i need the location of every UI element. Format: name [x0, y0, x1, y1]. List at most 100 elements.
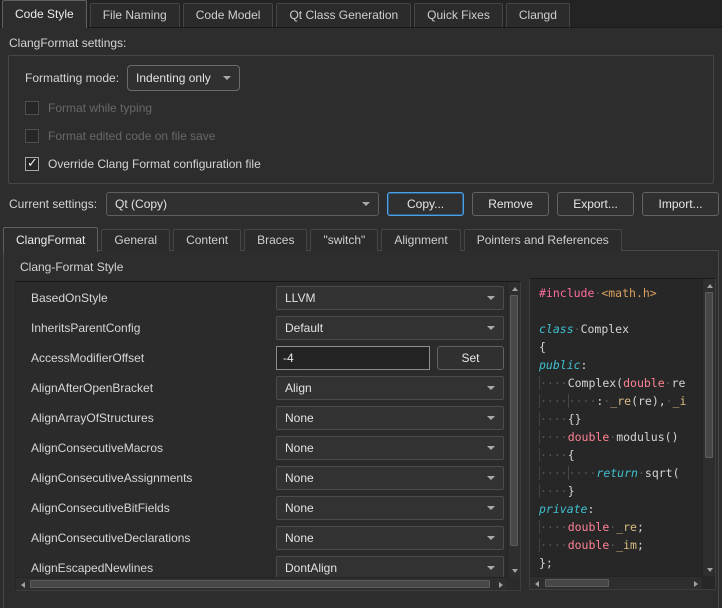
style-row-AlignConsecutiveAssignments: AlignConsecutiveAssignments None	[16, 463, 507, 493]
code-line: {	[539, 338, 701, 356]
style-option-name: AlignConsecutiveBitFields	[31, 501, 170, 515]
code-line: class·Complex	[539, 320, 701, 338]
style-option-name: InheritsParentConfig	[31, 321, 140, 335]
button-label: Export...	[573, 197, 618, 211]
tab-qt-class-generation[interactable]: Qt Class Generation	[276, 3, 411, 27]
combo-value: DontAlign	[285, 561, 337, 575]
dropdown-arrow-icon	[223, 76, 231, 80]
checkbox-format-while-typing[interactable]: ✓ Format while typing	[25, 98, 713, 118]
scroll-right-icon[interactable]	[689, 577, 702, 590]
import-button[interactable]: Import...	[642, 192, 719, 216]
button-label: Set	[461, 351, 479, 365]
style-option-name: AlignArrayOfStructures	[31, 411, 154, 425]
input-AccessModifierOffset[interactable]	[276, 346, 430, 370]
style-option-name: AccessModifierOffset	[31, 351, 144, 365]
current-settings-combo[interactable]: Qt (Copy)	[106, 192, 379, 216]
scroll-up-icon[interactable]	[508, 282, 521, 295]
tab-clangd[interactable]: Clangd	[506, 3, 570, 27]
current-settings-row: Current settings: Qt (Copy) Copy... Remov…	[9, 192, 721, 216]
tab-code-model[interactable]: Code Model	[183, 3, 274, 27]
style-table-vertical-scrollbar[interactable]	[507, 282, 520, 577]
scroll-right-icon[interactable]	[494, 578, 507, 591]
formatting-mode-combo[interactable]: Indenting only	[127, 65, 240, 91]
combo-AlignAfterOpenBracket[interactable]: Align	[276, 376, 504, 400]
combo-AlignConsecutiveDeclarations[interactable]: None	[276, 526, 504, 550]
checkbox-box: ✓	[25, 129, 39, 143]
combo-AlignArrayOfStructures[interactable]: None	[276, 406, 504, 430]
style-option-name: AlignConsecutiveAssignments	[31, 471, 192, 485]
combo-AlignConsecutiveBitFields[interactable]: None	[276, 496, 504, 520]
code-preview-horizontal-scrollbar[interactable]	[530, 576, 702, 589]
style-tab-switch[interactable]: "switch"	[310, 229, 378, 251]
tab-label: Pointers and References	[477, 233, 609, 247]
code-style-settings-page: { "top_tabs": { "items": [ { "label": "C…	[0, 0, 722, 608]
button-label: Import...	[659, 197, 703, 211]
tab-label: Quick Fixes	[427, 8, 490, 22]
combo-InheritsParentConfig[interactable]: Default	[276, 316, 504, 340]
checkbox-box: ✓	[25, 157, 39, 171]
scrollbar-thumb[interactable]	[545, 579, 609, 587]
style-row-AlignConsecutiveMacros: AlignConsecutiveMacros None	[16, 433, 507, 463]
checkbox-override-clang-format-configuration-file[interactable]: ✓ Override Clang Format configuration fi…	[25, 154, 713, 174]
tab-file-naming[interactable]: File Naming	[90, 3, 180, 27]
style-tab-pointers-and-references[interactable]: Pointers and References	[464, 229, 622, 251]
scrollbar-thumb[interactable]	[510, 295, 518, 546]
code-preview-vertical-scrollbar[interactable]	[702, 279, 715, 576]
code-line: public:	[539, 356, 701, 374]
formatting-mode-label: Formatting mode:	[25, 71, 119, 85]
current-settings-label: Current settings:	[9, 197, 97, 211]
copy-button[interactable]: Copy...	[387, 192, 464, 216]
tab-label: Alignment	[394, 233, 447, 247]
style-rows-viewport: BasedOnStyle LLVM InheritsParentConfig D…	[16, 283, 507, 577]
style-row-AlignAfterOpenBracket: AlignAfterOpenBracket Align	[16, 373, 507, 403]
combo-AlignConsecutiveAssignments[interactable]: None	[276, 466, 504, 490]
combo-BasedOnStyle[interactable]: LLVM	[276, 286, 504, 310]
style-table-horizontal-scrollbar[interactable]	[16, 577, 507, 590]
checkbox-box: ✓	[25, 101, 39, 115]
scroll-up-icon[interactable]	[703, 279, 716, 292]
combo-value: LLVM	[285, 291, 315, 305]
scrollbar-thumb[interactable]	[30, 580, 490, 588]
style-row-AlignArrayOfStructures: AlignArrayOfStructures None	[16, 403, 507, 433]
checkbox-list: ✓ Format while typing ✓ Format edited co…	[25, 98, 713, 174]
scroll-left-icon[interactable]	[16, 578, 29, 591]
tab-quick-fixes[interactable]: Quick Fixes	[414, 3, 503, 27]
button-label: Remove	[488, 197, 533, 211]
combo-value: None	[285, 531, 314, 545]
set-button[interactable]: Set	[437, 346, 504, 370]
style-row-AlignConsecutiveDeclarations: AlignConsecutiveDeclarations None	[16, 523, 507, 553]
combo-AlignConsecutiveMacros[interactable]: None	[276, 436, 504, 460]
style-option-name: BasedOnStyle	[31, 291, 108, 305]
code-line: ····double·_re;	[539, 518, 701, 536]
scroll-down-icon[interactable]	[508, 564, 521, 577]
remove-button[interactable]: Remove	[472, 192, 549, 216]
scroll-left-icon[interactable]	[530, 577, 543, 590]
style-tab-clangformat[interactable]: ClangFormat	[3, 227, 98, 252]
scrollbar-thumb[interactable]	[705, 292, 713, 458]
dropdown-arrow-icon	[487, 326, 495, 330]
checkbox-label: Override Clang Format configuration file	[48, 157, 261, 171]
style-tab-alignment[interactable]: Alignment	[381, 229, 460, 251]
style-tab-braces[interactable]: Braces	[244, 229, 307, 251]
scroll-down-icon[interactable]	[703, 563, 716, 576]
export-button[interactable]: Export...	[557, 192, 634, 216]
dropdown-arrow-icon	[362, 202, 370, 206]
style-row-InheritsParentConfig: InheritsParentConfig Default	[16, 313, 507, 343]
button-label: Copy...	[407, 197, 444, 211]
style-tab-bar: ClangFormat General Content Braces"switch" A…	[3, 226, 625, 251]
style-tab-general[interactable]: General	[101, 229, 170, 251]
tab-label: Clangd	[519, 8, 557, 22]
tab-label: General	[114, 233, 157, 247]
code-preview[interactable]: #include·<math.h>class·Complex{public:··…	[529, 278, 716, 590]
tab-label: Code Model	[196, 8, 261, 22]
combo-AlignEscapedNewlines[interactable]: DontAlign	[276, 556, 504, 577]
code-line: ····double·modulus()	[539, 428, 701, 446]
tab-code-style[interactable]: Code Style	[2, 0, 87, 28]
checkbox-format-edited-code-on-file-save[interactable]: ✓ Format edited code on file save	[25, 126, 713, 146]
style-tab-content[interactable]: Content	[173, 229, 241, 251]
tab-label: ClangFormat	[16, 233, 85, 247]
tab-label: Content	[186, 233, 228, 247]
checkbox-label: Format edited code on file save	[48, 129, 215, 143]
dropdown-arrow-icon	[487, 506, 495, 510]
combo-value: Align	[285, 381, 312, 395]
